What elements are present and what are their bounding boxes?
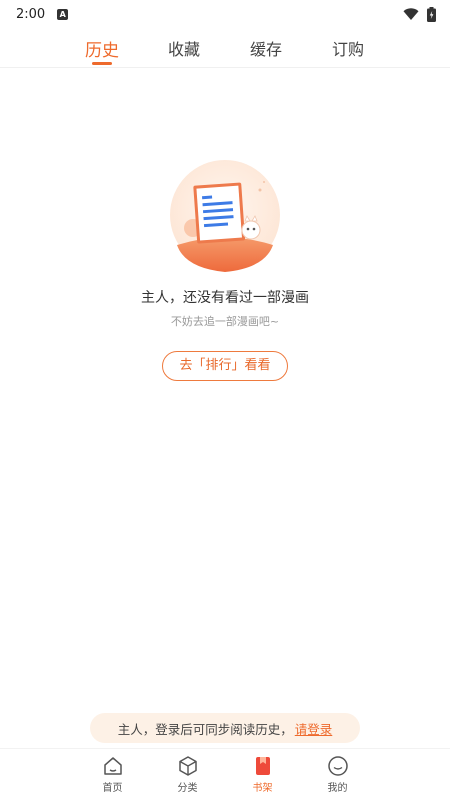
nav-label-profile: 我的 xyxy=(327,783,348,794)
top-tabs: 历史 收藏 缓存 订购 xyxy=(0,28,450,68)
empty-history-illustration xyxy=(170,160,280,272)
tab-favorites[interactable]: 收藏 xyxy=(143,28,225,67)
login-banner: 主人，登录后可同步阅读历史， 请登录 xyxy=(90,713,360,743)
profile-icon xyxy=(327,756,348,776)
nav-label-home: 首页 xyxy=(102,783,123,794)
nav-label-category: 分类 xyxy=(177,783,198,794)
category-icon xyxy=(178,756,197,776)
home-icon xyxy=(103,757,122,775)
nav-item-bookshelf[interactable]: 书架 xyxy=(225,749,300,797)
wifi-icon xyxy=(403,7,419,20)
nav-label-bookshelf: 书架 xyxy=(252,783,273,794)
tab-history[interactable]: 历史 xyxy=(61,28,143,67)
go-to-ranking-button[interactable]: 去「排行」看看 xyxy=(162,351,288,381)
empty-state-title: 主人，还没有看过一部漫画 xyxy=(141,290,309,306)
empty-state-subtitle: 不妨去追一部漫画吧~ xyxy=(170,315,280,328)
status-icons xyxy=(403,6,436,22)
bookshelf-icon xyxy=(255,757,270,775)
login-link[interactable]: 请登录 xyxy=(295,719,333,738)
status-time: 2:00 xyxy=(16,6,46,22)
notification-icon: A xyxy=(57,8,69,20)
login-banner-text: 主人，登录后可同步阅读历史， xyxy=(117,721,293,737)
nav-item-home[interactable]: 首页 xyxy=(75,749,150,797)
battery-icon xyxy=(427,6,436,22)
bottom-nav: 首页 分类 书架 我的 xyxy=(0,748,450,797)
tab-downloads[interactable]: 缓存 xyxy=(225,28,307,67)
nav-item-profile[interactable]: 我的 xyxy=(300,749,375,797)
tab-subscriptions[interactable]: 订购 xyxy=(307,28,389,67)
nav-item-category[interactable]: 分类 xyxy=(150,749,225,797)
status-bar: 2:00 A xyxy=(0,0,450,28)
